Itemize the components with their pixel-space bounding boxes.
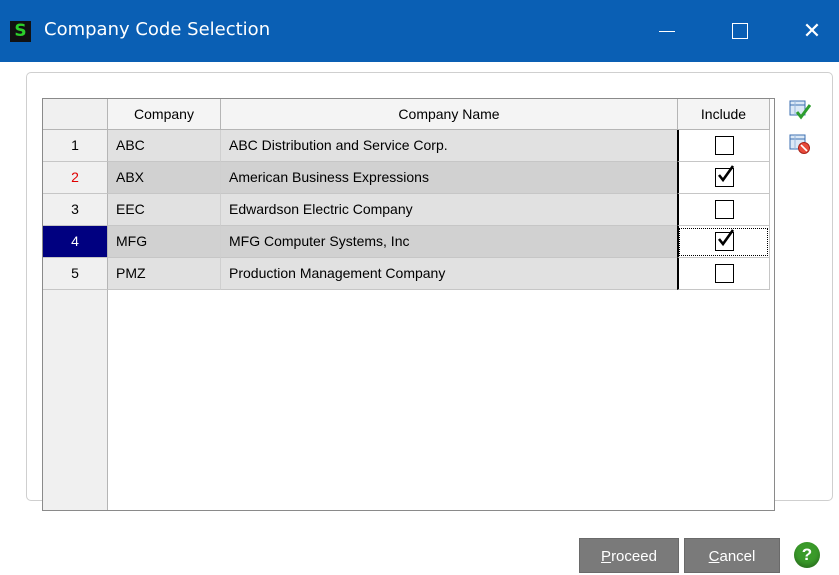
help-icon[interactable]: ? bbox=[794, 542, 820, 568]
company-grid: Company Company Name Include 1 ABC ABC D… bbox=[42, 98, 775, 511]
include-checkbox[interactable] bbox=[714, 165, 734, 187]
proceed-button[interactable]: Proceed bbox=[579, 538, 679, 573]
include-checkbox[interactable] bbox=[714, 264, 734, 283]
table-row[interactable]: 4 MFG MFG Computer Systems, Inc bbox=[43, 226, 774, 258]
row-number[interactable]: 5 bbox=[43, 258, 108, 290]
minimize-icon bbox=[659, 30, 675, 32]
row-number[interactable]: 3 bbox=[43, 194, 108, 226]
company-name[interactable]: MFG Computer Systems, Inc bbox=[221, 226, 677, 258]
include-checkbox[interactable] bbox=[714, 229, 734, 251]
checkmark-icon bbox=[717, 165, 734, 183]
cancel-mnemonic: C bbox=[708, 548, 720, 565]
include-cell[interactable] bbox=[677, 130, 770, 162]
company-name[interactable]: American Business Expressions bbox=[221, 162, 677, 194]
company-code[interactable]: ABX bbox=[108, 162, 221, 194]
app-icon[interactable]: S bbox=[10, 21, 31, 42]
header-company-name[interactable]: Company Name bbox=[221, 99, 678, 130]
cancel-label: ancel bbox=[719, 548, 756, 565]
header-company[interactable]: Company bbox=[108, 99, 221, 130]
company-name[interactable]: ABC Distribution and Service Corp. bbox=[221, 130, 677, 162]
table-row[interactable]: 2 ABX American Business Expressions bbox=[43, 162, 774, 194]
company-name[interactable]: Edwardson Electric Company bbox=[221, 194, 677, 226]
maximize-button[interactable] bbox=[712, 0, 768, 62]
table-row[interactable]: 5 PMZ Production Management Company bbox=[43, 258, 774, 290]
include-checkbox[interactable] bbox=[714, 200, 734, 219]
include-checkbox[interactable] bbox=[714, 136, 734, 155]
row-number[interactable]: 2 bbox=[43, 162, 108, 194]
include-cell[interactable] bbox=[677, 258, 770, 290]
table-row[interactable]: 1 ABC ABC Distribution and Service Corp. bbox=[43, 130, 774, 162]
company-code[interactable]: MFG bbox=[108, 226, 221, 258]
window-title: Company Code Selection bbox=[44, 19, 271, 40]
select-all-icon[interactable] bbox=[789, 99, 812, 121]
table-row[interactable]: 3 EEC Edwardson Electric Company bbox=[43, 194, 774, 226]
row-number[interactable]: 4 bbox=[43, 226, 108, 258]
company-code[interactable]: ABC bbox=[108, 130, 221, 162]
checkmark-icon bbox=[717, 229, 734, 247]
deselect-all-icon[interactable] bbox=[789, 133, 811, 155]
company-code[interactable]: PMZ bbox=[108, 258, 221, 290]
grid-corner bbox=[43, 99, 108, 130]
header-include[interactable]: Include bbox=[678, 99, 770, 130]
cancel-button[interactable]: Cancel bbox=[684, 538, 780, 573]
maximize-icon bbox=[732, 23, 748, 39]
close-icon: ✕ bbox=[802, 18, 822, 44]
include-cell[interactable] bbox=[677, 162, 770, 194]
close-button[interactable]: ✕ bbox=[784, 0, 839, 62]
title-bar: S Company Code Selection ✕ bbox=[0, 0, 839, 62]
row-number[interactable]: 1 bbox=[43, 130, 108, 162]
proceed-label: roceed bbox=[611, 548, 657, 565]
include-cell[interactable] bbox=[677, 226, 770, 258]
minimize-button[interactable] bbox=[639, 0, 695, 62]
company-name[interactable]: Production Management Company bbox=[221, 258, 677, 290]
include-cell[interactable] bbox=[677, 194, 770, 226]
proceed-mnemonic: P bbox=[601, 548, 612, 565]
company-code[interactable]: EEC bbox=[108, 194, 221, 226]
